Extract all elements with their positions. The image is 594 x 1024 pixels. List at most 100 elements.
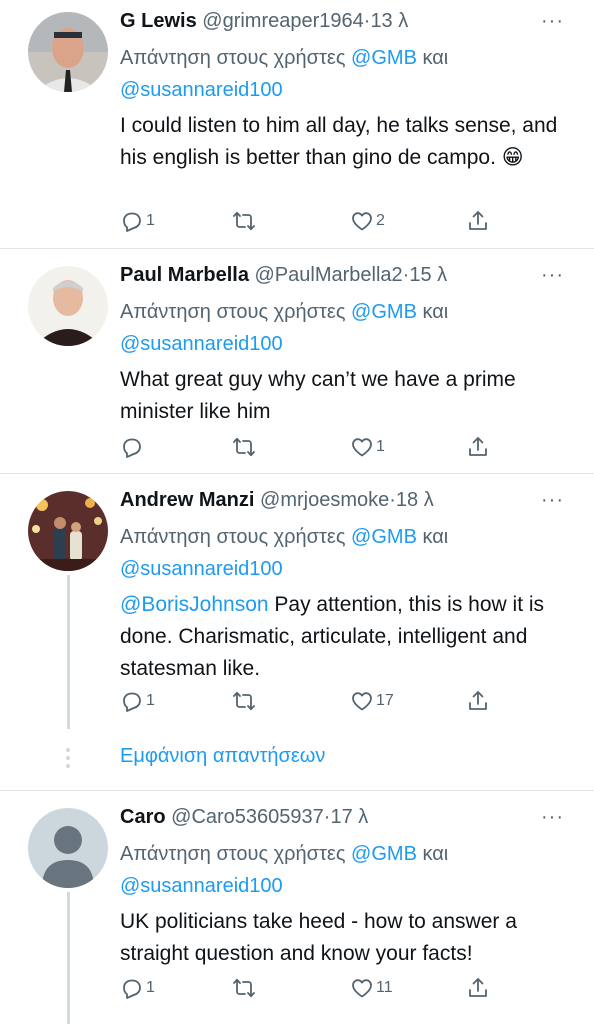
mention-link[interactable]: @susannareid100	[120, 333, 283, 355]
more-options-icon[interactable]: ···	[541, 264, 564, 287]
tweet-text: @BorisJohnson Pay attention, this is how…	[120, 589, 575, 685]
display-name[interactable]: Andrew Manzi	[120, 489, 254, 511]
reply-count: 1	[146, 692, 155, 709]
display-name[interactable]: Caro	[120, 806, 166, 828]
thread-dots	[66, 748, 71, 772]
timestamp[interactable]: 15 λ	[409, 264, 447, 286]
like-count: 1	[376, 438, 385, 455]
reply-button[interactable]: 1	[120, 209, 155, 233]
like-button[interactable]: 11	[350, 976, 393, 1000]
show-replies-link[interactable]: Εμφάνιση απαντήσεων	[120, 745, 325, 768]
mention-link[interactable]: @GMB	[351, 301, 417, 323]
tweet-header: Andrew Manzi @mrjoesmoke·18 λ	[120, 489, 434, 512]
tweet[interactable]: Paul Marbella @PaulMarbella2·15 λ ··· Απ…	[0, 254, 594, 473]
mention-link[interactable]: @GMB	[351, 526, 417, 548]
separator-dot: ·	[389, 489, 396, 511]
share-icon	[469, 437, 487, 456]
mention-link[interactable]: @GMB	[351, 47, 417, 69]
display-name[interactable]: Paul Marbella	[120, 264, 249, 286]
conjunction: και	[422, 47, 449, 69]
tweet-text: What great guy why can’t we have a prime…	[120, 368, 516, 423]
retweet-button[interactable]	[232, 209, 256, 233]
tweet-actions: 1	[120, 435, 500, 463]
mention-link[interactable]: @susannareid100	[120, 875, 283, 897]
more-options-icon[interactable]: ···	[541, 10, 564, 33]
share-button[interactable]	[466, 435, 490, 459]
tweet-actions: 1 2	[120, 209, 500, 237]
retweet-icon	[233, 437, 255, 457]
replying-to: Απάντηση στους χρήστες @GMB και @susanna…	[120, 521, 570, 585]
tweet-actions: 1 11	[120, 976, 500, 1004]
thread-line	[67, 575, 70, 729]
mention-link[interactable]: @susannareid100	[120, 79, 283, 101]
user-handle[interactable]: @Caro53605937	[171, 806, 324, 828]
heart-icon	[352, 438, 372, 457]
like-button[interactable]: 17	[350, 689, 394, 713]
like-count: 11	[376, 979, 393, 996]
tweet[interactable]: Andrew Manzi @mrjoesmoke·18 λ ··· Απάντη…	[0, 479, 594, 785]
like-button[interactable]: 1	[350, 435, 385, 459]
conjunction: και	[422, 843, 449, 865]
more-options-icon[interactable]: ···	[541, 489, 564, 512]
avatar[interactable]	[28, 12, 108, 92]
avatar[interactable]	[28, 491, 108, 571]
reply-prefix: Απάντηση στους χρήστες	[120, 526, 346, 548]
like-count: 17	[376, 692, 394, 709]
mention-link[interactable]: @BorisJohnson	[120, 593, 269, 616]
share-icon	[469, 978, 487, 997]
user-handle[interactable]: @grimreaper1964	[202, 10, 364, 32]
mention-link[interactable]: @susannareid100	[120, 558, 283, 580]
tweet-actions: 1 17	[120, 689, 500, 717]
replying-to: Απάντηση στους χρήστες @GMB και @susanna…	[120, 42, 570, 106]
timestamp[interactable]: 17 λ	[330, 806, 368, 828]
tweet-text: UK politicians take heed - how to answer…	[120, 910, 517, 965]
reply-count: 1	[146, 212, 155, 229]
reply-icon	[123, 692, 141, 712]
heart-icon	[352, 979, 372, 998]
tweet-header: G Lewis @grimreaper1964·13 λ	[120, 10, 408, 33]
divider	[0, 790, 594, 791]
share-button[interactable]	[466, 209, 490, 233]
conjunction: και	[422, 526, 449, 548]
conjunction: και	[422, 301, 449, 323]
share-button[interactable]	[466, 689, 490, 713]
reply-button[interactable]	[120, 435, 146, 459]
heart-icon	[352, 692, 372, 711]
reply-icon	[123, 212, 141, 232]
reply-button[interactable]: 1	[120, 976, 155, 1000]
tweet-text: I could listen to him all day, he talks …	[120, 114, 558, 169]
tweet-header: Paul Marbella @PaulMarbella2·15 λ	[120, 264, 447, 287]
replying-to: Απάντηση στους χρήστες @GMB και @susanna…	[120, 296, 570, 360]
user-handle[interactable]: @PaulMarbella2	[255, 264, 403, 286]
thread-line	[67, 892, 70, 1024]
like-button[interactable]: 2	[350, 209, 385, 233]
retweet-icon	[233, 211, 255, 231]
divider	[0, 473, 594, 474]
like-count: 2	[376, 212, 385, 229]
more-options-icon[interactable]: ···	[541, 806, 564, 829]
tweet[interactable]: G Lewis @grimreaper1964·13 λ ··· Απάντησ…	[0, 0, 594, 248]
timestamp[interactable]: 18 λ	[396, 489, 434, 511]
share-icon	[469, 691, 487, 710]
mention-link[interactable]: @GMB	[351, 843, 417, 865]
reply-icon	[123, 979, 141, 999]
reply-prefix: Απάντηση στους χρήστες	[120, 843, 346, 865]
reply-button[interactable]: 1	[120, 689, 155, 713]
replying-to: Απάντηση στους χρήστες @GMB και @susanna…	[120, 838, 570, 902]
share-icon	[469, 211, 487, 230]
user-handle[interactable]: @mrjoesmoke	[260, 489, 389, 511]
reply-count: 1	[146, 979, 155, 996]
share-button[interactable]	[466, 976, 490, 1000]
tweet-header: Caro @Caro53605937·17 λ	[120, 806, 368, 829]
retweet-button[interactable]	[232, 689, 256, 713]
retweet-icon	[233, 978, 255, 998]
reply-prefix: Απάντηση στους χρήστες	[120, 301, 346, 323]
avatar[interactable]	[28, 266, 108, 346]
display-name[interactable]: G Lewis	[120, 10, 197, 32]
heart-icon	[352, 212, 372, 231]
retweet-button[interactable]	[232, 976, 256, 1000]
retweet-button[interactable]	[232, 435, 256, 459]
avatar[interactable]	[28, 808, 108, 888]
tweet[interactable]: Caro @Caro53605937·17 λ ··· Απάντηση στο…	[0, 796, 594, 1024]
timestamp[interactable]: 13 λ	[370, 10, 408, 32]
